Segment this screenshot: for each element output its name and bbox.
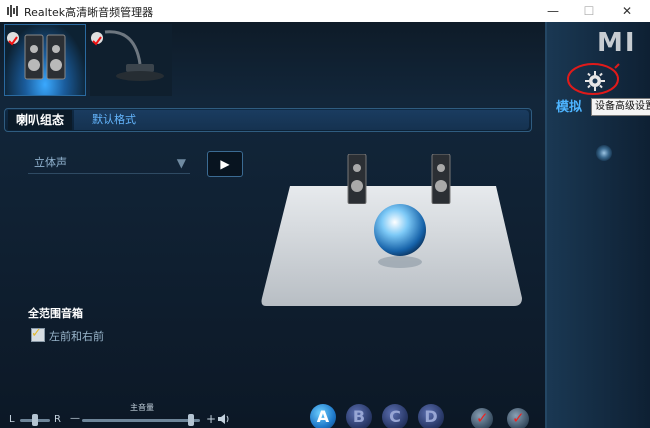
tab-speaker-configuration[interactable]: 喇叭组态 [8, 110, 72, 130]
volume-plus-label: + [206, 412, 217, 426]
microphone-check-icon [91, 32, 103, 46]
front-right-speaker-icon[interactable] [431, 154, 451, 204]
maximize-button[interactable]: ☐ [572, 0, 606, 22]
main-volume-label: 主音量 [130, 403, 154, 412]
gear-icon[interactable] [584, 70, 606, 92]
full-range-speakers-heading: 全范围音箱 [28, 307, 83, 320]
mi-logo: MI [597, 28, 637, 58]
speakers-selected-check-icon [7, 32, 19, 46]
analog-section-label: 模拟 [556, 100, 583, 115]
play-test-button[interactable]: ▶ [207, 151, 243, 177]
realtek-app-icon [7, 5, 18, 17]
balance-right-label: R [54, 414, 61, 425]
speaker-volume-icon[interactable] [217, 413, 231, 425]
realtek-audio-manager-window: Realtek高清晰音频管理器 — ☐ ✕ MI 模拟 设备高级设置 喇叭组态 … [0, 0, 650, 428]
title-bar: Realtek高清晰音频管理器 — ☐ ✕ [0, 0, 650, 23]
window-title: Realtek高清晰音频管理器 [24, 6, 154, 19]
confirm-button[interactable]: ✓ [471, 408, 493, 428]
connector-indicator-icon[interactable] [596, 145, 612, 161]
apply-button[interactable]: ✓ [507, 408, 529, 428]
listener-sphere [374, 204, 426, 256]
play-icon: ▶ [220, 157, 230, 171]
main-volume-slider-knob[interactable] [188, 414, 194, 426]
tab-default-format[interactable]: 默认格式 [74, 110, 529, 130]
advanced-settings-tooltip: 设备高级设置 [591, 98, 650, 116]
volume-minus-label: — [70, 413, 80, 424]
speaker-config-dropdown[interactable]: 立体声 ▼ [28, 152, 190, 174]
speaker-stage [261, 186, 522, 306]
apply-check-icon: ✓ [512, 409, 525, 427]
checkmark-icon: ✓ [31, 326, 42, 341]
jack-badge-d[interactable]: D [418, 404, 444, 428]
dropdown-arrow-icon: ▼ [176, 156, 186, 170]
jack-badge-c[interactable]: C [382, 404, 408, 428]
jack-badge-b[interactable]: B [346, 404, 372, 428]
front-left-right-label: 左前和右前 [49, 330, 104, 343]
confirm-check-icon: ✓ [476, 409, 489, 427]
balance-left-label: L [9, 414, 15, 425]
main-volume-slider-track[interactable] [82, 419, 200, 422]
speaker-config-value: 立体声 [34, 156, 67, 169]
balance-slider-knob[interactable] [32, 414, 38, 426]
jack-badge-a[interactable]: A [310, 404, 336, 428]
front-left-speaker-icon[interactable] [347, 154, 367, 204]
close-button[interactable]: ✕ [610, 0, 644, 22]
minimize-button[interactable]: — [536, 0, 570, 22]
